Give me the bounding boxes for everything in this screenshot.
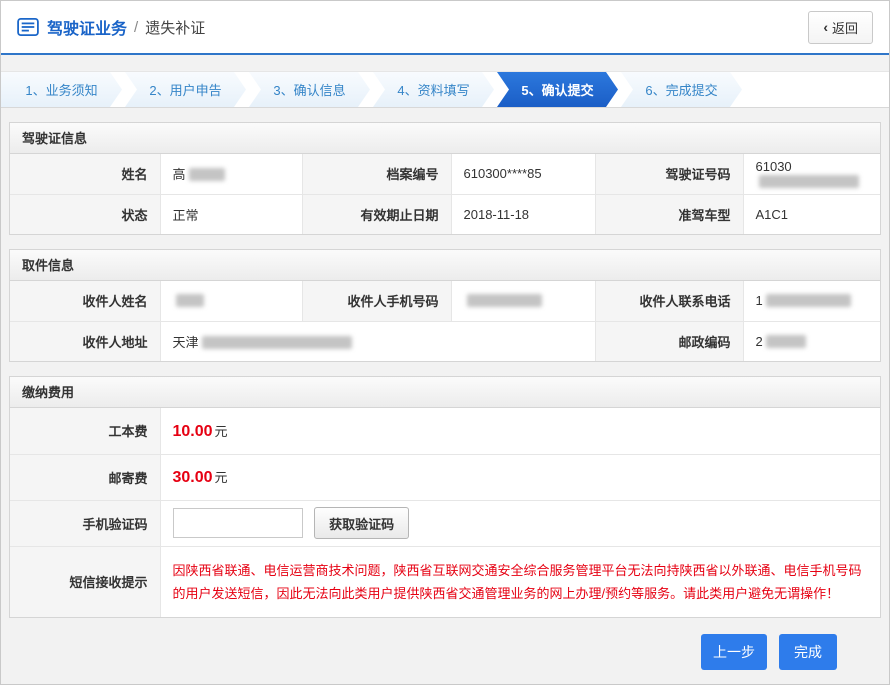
name-label: 姓名 [10, 154, 160, 194]
license-number-value: 61030 [743, 154, 880, 194]
document-list-icon [17, 18, 39, 36]
expiry-date-label: 有效期止日期 [302, 194, 451, 234]
top-header: 驾驶证业务 / 遗失补证 ‹ 返回 [1, 1, 889, 55]
work-fee-amount: 10.00 [173, 423, 213, 440]
pickup-info-section: 取件信息 收件人姓名 收件人手机号码 收件人联系电话 1 收件人地址 天津 邮政… [9, 249, 881, 362]
pickup-info-table: 收件人姓名 收件人手机号码 收件人联系电话 1 收件人地址 天津 邮政编码 2 [10, 281, 880, 361]
sms-code-cell: 获取验证码 [160, 500, 880, 546]
prev-step-button[interactable]: 上一步 [701, 634, 767, 670]
file-number-value: 610300****85 [451, 154, 595, 194]
step-3-confirm-info: 3、确认信息 [249, 72, 370, 107]
recipient-mobile-label: 收件人手机号码 [302, 281, 451, 321]
table-row: 邮寄费 30.00元 [10, 454, 880, 500]
step-wizard: 1、业务须知 2、用户申告 3、确认信息 4、资料填写 5、确认提交 6、完成提… [1, 71, 889, 108]
expiry-date-value: 2018-11-18 [451, 194, 595, 234]
name-value: 高 [160, 154, 302, 194]
sms-code-input[interactable] [173, 508, 303, 538]
back-button-label: 返回 [832, 18, 858, 37]
mail-fee-amount: 30.00 [173, 469, 213, 486]
redacted-value [759, 175, 859, 188]
step-2-declaration: 2、用户申告 [125, 72, 246, 107]
status-label: 状态 [10, 194, 160, 234]
redacted-value [176, 294, 204, 307]
license-info-title: 驾驶证信息 [10, 123, 880, 154]
step-5-confirm-submit: 5、确认提交 [497, 72, 618, 107]
breadcrumb-separator: / [134, 19, 138, 36]
table-row: 收件人地址 天津 邮政编码 2 [10, 321, 880, 361]
vehicle-class-label: 准驾车型 [595, 194, 743, 234]
footer-actions: 上一步 完成 [1, 618, 889, 670]
step-6-complete: 6、完成提交 [621, 72, 742, 107]
license-number-label: 驾驶证号码 [595, 154, 743, 194]
page: 驾驶证业务 / 遗失补证 ‹ 返回 1、业务须知 2、用户申告 3、确认信息 4… [0, 0, 890, 685]
mail-fee-label: 邮寄费 [10, 454, 160, 500]
redacted-value [766, 335, 806, 348]
currency-unit: 元 [215, 424, 228, 439]
fees-title: 缴纳费用 [10, 377, 880, 408]
sms-notice-text: 因陕西省联通、电信运营商技术问题，陕西省互联网交通安全综合服务管理平台无法向持陕… [173, 559, 869, 605]
work-fee-value: 10.00元 [160, 408, 880, 454]
license-info-table: 姓名 高 档案编号 610300****85 驾驶证号码 61030 状态 正常… [10, 154, 880, 234]
redacted-value [467, 294, 542, 307]
status-value: 正常 [160, 194, 302, 234]
get-code-button[interactable]: 获取验证码 [314, 507, 409, 539]
sms-notice-cell: 因陕西省联通、电信运营商技术问题，陕西省互联网交通安全综合服务管理平台无法向持陕… [160, 546, 880, 617]
redacted-value [189, 168, 225, 181]
recipient-mobile-value [451, 281, 595, 321]
table-row: 手机验证码 获取验证码 [10, 500, 880, 546]
step-1-notice: 1、业务须知 [1, 72, 122, 107]
table-row: 工本费 10.00元 [10, 408, 880, 454]
work-fee-label: 工本费 [10, 408, 160, 454]
back-button[interactable]: ‹ 返回 [808, 11, 873, 44]
finish-button[interactable]: 完成 [779, 634, 837, 670]
table-row: 收件人姓名 收件人手机号码 收件人联系电话 1 [10, 281, 880, 321]
mail-fee-value: 30.00元 [160, 454, 880, 500]
recipient-name-label: 收件人姓名 [10, 281, 160, 321]
recipient-address-label: 收件人地址 [10, 321, 160, 361]
fees-section: 缴纳费用 工本费 10.00元 邮寄费 30.00元 手机验证码 获取验证码 [9, 376, 881, 618]
table-row: 状态 正常 有效期止日期 2018-11-18 准驾车型 A1C1 [10, 194, 880, 234]
recipient-phone-label: 收件人联系电话 [595, 281, 743, 321]
back-arrow-icon: ‹ [823, 20, 828, 34]
fees-table: 工本费 10.00元 邮寄费 30.00元 手机验证码 获取验证码 短信接收提 [10, 408, 880, 617]
page-title: 驾驶证业务 [47, 15, 127, 39]
sms-code-label: 手机验证码 [10, 500, 160, 546]
vehicle-class-value: A1C1 [743, 194, 880, 234]
step-4-fill-info: 4、资料填写 [373, 72, 494, 107]
recipient-address-value: 天津 [160, 321, 595, 361]
postcode-value: 2 [743, 321, 880, 361]
file-number-label: 档案编号 [302, 154, 451, 194]
redacted-value [202, 336, 352, 349]
currency-unit: 元 [215, 470, 228, 485]
breadcrumb-current: 遗失补证 [145, 17, 205, 38]
license-info-section: 驾驶证信息 姓名 高 档案编号 610300****85 驾驶证号码 61030… [9, 122, 881, 235]
recipient-name-value [160, 281, 302, 321]
sms-notice-label: 短信接收提示 [10, 546, 160, 617]
table-row: 短信接收提示 因陕西省联通、电信运营商技术问题，陕西省互联网交通安全综合服务管理… [10, 546, 880, 617]
recipient-phone-value: 1 [743, 281, 880, 321]
redacted-value [766, 294, 851, 307]
pickup-info-title: 取件信息 [10, 250, 880, 281]
postcode-label: 邮政编码 [595, 321, 743, 361]
table-row: 姓名 高 档案编号 610300****85 驾驶证号码 61030 [10, 154, 880, 194]
